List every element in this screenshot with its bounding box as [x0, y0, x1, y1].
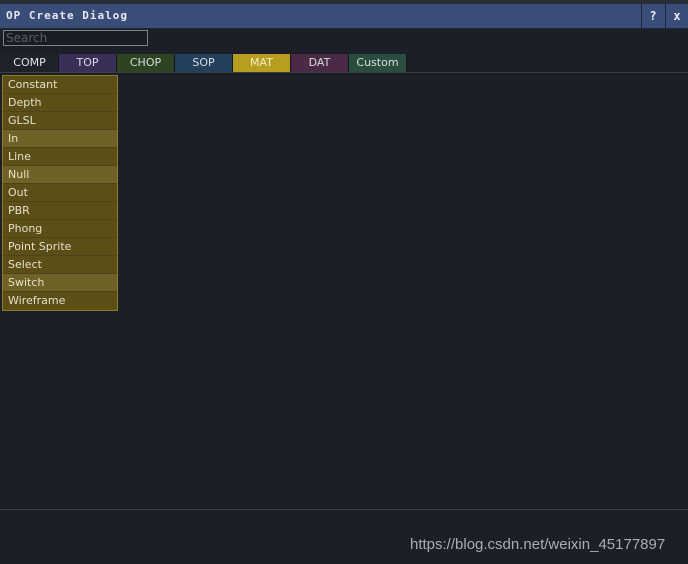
op-item-pbr[interactable]: PBR: [3, 202, 117, 220]
tab-chop[interactable]: CHOP: [117, 54, 175, 72]
watermark-text: https://blog.csdn.net/weixin_45177897: [410, 536, 666, 553]
op-item-point-sprite[interactable]: Point Sprite: [3, 238, 117, 256]
dialog-title: OP Create Dialog: [6, 9, 128, 22]
tab-sop[interactable]: SOP: [175, 54, 233, 72]
op-item-phong[interactable]: Phong: [3, 220, 117, 238]
op-item-out[interactable]: Out: [3, 184, 117, 202]
tab-divider: [0, 72, 688, 73]
tab-top[interactable]: TOP: [59, 54, 117, 72]
search-input[interactable]: [3, 30, 148, 46]
op-item-line[interactable]: Line: [3, 148, 117, 166]
tab-comp[interactable]: COMP: [1, 54, 59, 72]
op-item-null[interactable]: Null: [3, 166, 117, 184]
operator-list: Constant Depth GLSL In Line Null Out PBR…: [2, 75, 118, 311]
title-bar[interactable]: OP Create Dialog ? x: [0, 4, 688, 29]
tab-mat[interactable]: MAT: [233, 54, 291, 72]
op-item-glsl[interactable]: GLSL: [3, 112, 117, 130]
tab-custom[interactable]: Custom: [349, 54, 407, 72]
close-button[interactable]: x: [665, 4, 688, 28]
op-item-constant[interactable]: Constant: [3, 76, 117, 94]
op-create-dialog: OP Create Dialog ? x COMP TOP CHOP SOP M…: [0, 0, 688, 564]
op-item-select[interactable]: Select: [3, 256, 117, 274]
help-button[interactable]: ?: [641, 4, 664, 28]
op-item-switch[interactable]: Switch: [3, 274, 117, 292]
op-item-in[interactable]: In: [3, 130, 117, 148]
op-item-depth[interactable]: Depth: [3, 94, 117, 112]
bottom-divider: [0, 509, 688, 510]
family-tabs: COMP TOP CHOP SOP MAT DAT Custom: [1, 54, 407, 72]
op-item-wireframe[interactable]: Wireframe: [3, 292, 117, 310]
tab-dat[interactable]: DAT: [291, 54, 349, 72]
